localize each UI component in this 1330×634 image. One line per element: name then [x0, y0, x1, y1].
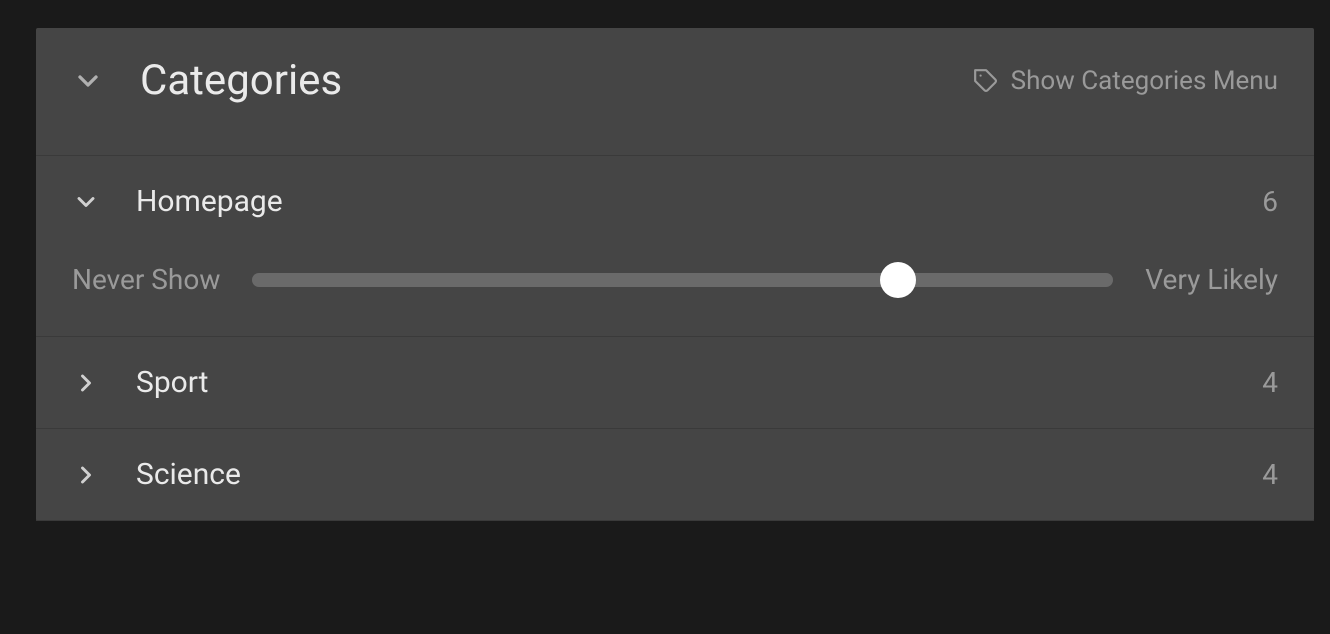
- category-toggle[interactable]: [72, 369, 100, 397]
- panel-collapse-toggle[interactable]: [72, 65, 104, 97]
- categories-panel: Categories Show Categories Menu Homepage…: [36, 28, 1314, 521]
- show-categories-menu-button[interactable]: Show Categories Menu: [973, 66, 1278, 96]
- panel-title: Categories: [140, 56, 342, 105]
- category-row: Homepage 6 Never Show Very Likely: [36, 156, 1314, 337]
- category-header-sport[interactable]: Sport 4: [36, 337, 1314, 428]
- category-row: Sport 4: [36, 337, 1314, 429]
- chevron-right-icon: [72, 369, 100, 397]
- slider-max-label: Very Likely: [1145, 263, 1278, 296]
- chevron-down-icon: [72, 65, 104, 97]
- show-categories-menu-label: Show Categories Menu: [1011, 66, 1278, 96]
- category-count: 4: [1262, 458, 1278, 491]
- category-header-homepage[interactable]: Homepage 6: [36, 156, 1314, 247]
- category-slider-container: Never Show Very Likely: [36, 247, 1314, 336]
- likelihood-slider[interactable]: [252, 273, 1113, 287]
- chevron-down-icon: [72, 188, 100, 216]
- category-toggle[interactable]: [72, 461, 100, 489]
- category-left-group: Sport: [72, 365, 208, 400]
- category-name: Homepage: [136, 184, 283, 219]
- category-header-science[interactable]: Science 4: [36, 429, 1314, 520]
- header-left-group: Categories: [72, 56, 342, 105]
- category-name: Sport: [136, 365, 208, 400]
- tag-icon: [973, 68, 999, 94]
- category-left-group: Science: [72, 457, 241, 492]
- category-count: 4: [1262, 366, 1278, 399]
- category-toggle[interactable]: [72, 188, 100, 216]
- category-row: Science 4: [36, 429, 1314, 521]
- category-count: 6: [1262, 185, 1278, 218]
- panel-header: Categories Show Categories Menu: [36, 28, 1314, 156]
- chevron-right-icon: [72, 461, 100, 489]
- category-name: Science: [136, 457, 241, 492]
- category-left-group: Homepage: [72, 184, 283, 219]
- slider-min-label: Never Show: [72, 263, 220, 296]
- slider-thumb[interactable]: [880, 262, 916, 298]
